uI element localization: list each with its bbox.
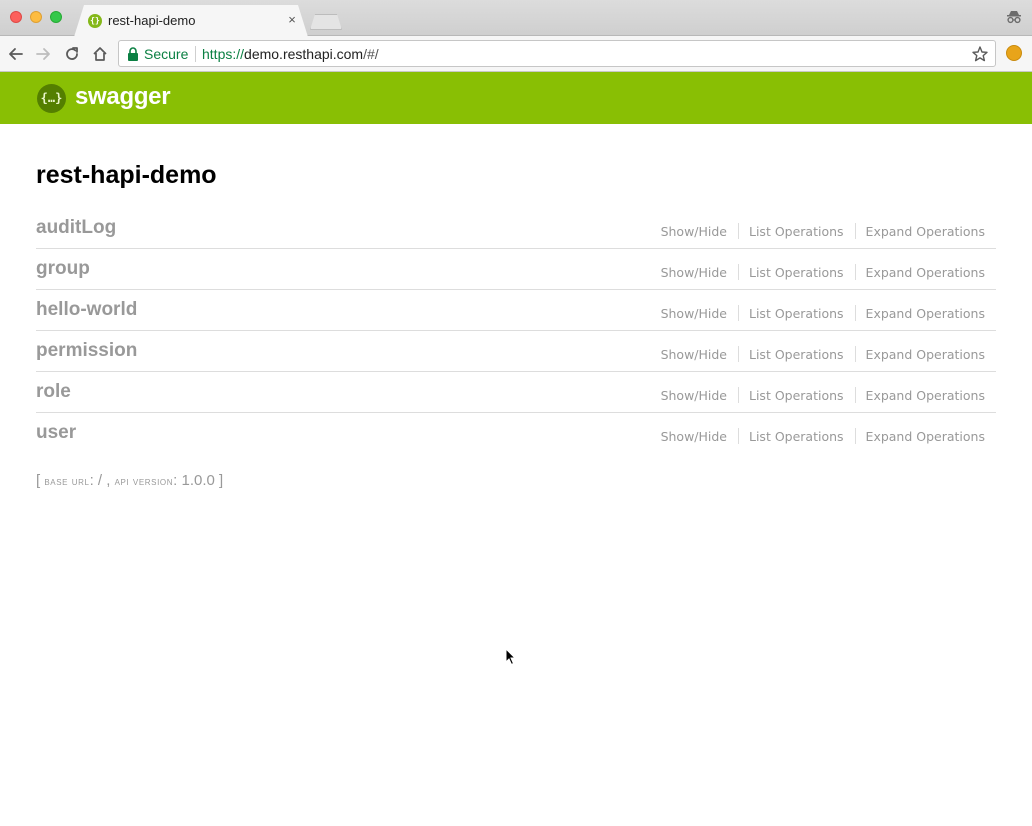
resource-row: role Show/Hide List Operations Expand Op… xyxy=(36,372,996,413)
back-button[interactable] xyxy=(6,44,26,64)
list-operations-link[interactable]: List Operations xyxy=(739,347,855,362)
resource-name-link[interactable]: permission xyxy=(36,340,137,362)
url-scheme: https:// xyxy=(202,46,245,62)
swagger-logo-text[interactable]: swagger xyxy=(75,83,171,111)
expand-operations-link[interactable]: Expand Operations xyxy=(856,306,996,321)
resource-operations: Show/Hide List Operations Expand Operati… xyxy=(651,264,996,280)
resource-row: user Show/Hide List Operations Expand Op… xyxy=(36,413,996,454)
browser-tab-active[interactable]: {} rest-hapi-demo × xyxy=(74,5,308,37)
reload-button[interactable] xyxy=(62,44,82,64)
window-zoom-button[interactable] xyxy=(50,11,62,23)
resource-operations: Show/Hide List Operations Expand Operati… xyxy=(651,387,996,403)
swagger-favicon-icon: {} xyxy=(88,14,102,28)
reload-icon xyxy=(66,47,78,60)
show-hide-link[interactable]: Show/Hide xyxy=(651,429,738,444)
browser-toolbar: Secure https://demo.resthapi.com/#/ xyxy=(0,36,1032,72)
resource-operations: Show/Hide List Operations Expand Operati… xyxy=(651,223,996,239)
window-minimize-button[interactable] xyxy=(30,11,42,23)
list-operations-link[interactable]: List Operations xyxy=(739,265,855,280)
swagger-logo-icon[interactable]: {…} xyxy=(37,84,66,113)
list-operations-link[interactable]: List Operations xyxy=(739,429,855,444)
expand-operations-link[interactable]: Expand Operations xyxy=(856,388,996,403)
tab-title: rest-hapi-demo xyxy=(108,13,196,28)
back-arrow-icon xyxy=(9,48,23,60)
mouse-cursor-icon xyxy=(505,648,517,666)
window-close-button[interactable] xyxy=(10,11,22,23)
expand-operations-link[interactable]: Expand Operations xyxy=(856,224,996,239)
api-info-footer: [ base url: / , api version: 1.0.0 ] xyxy=(36,472,223,489)
expand-operations-link[interactable]: Expand Operations xyxy=(856,347,996,362)
list-operations-link[interactable]: List Operations xyxy=(739,306,855,321)
incognito-icon xyxy=(1007,11,1021,24)
resource-row: hello-world Show/Hide List Operations Ex… xyxy=(36,290,996,331)
lock-icon xyxy=(128,47,138,61)
show-hide-link[interactable]: Show/Hide xyxy=(651,265,738,280)
resource-name-link[interactable]: hello-world xyxy=(36,299,137,321)
expand-operations-link[interactable]: Expand Operations xyxy=(856,429,996,444)
home-icon xyxy=(93,47,107,61)
url-host: demo.resthapi.com xyxy=(244,46,364,62)
resource-name-link[interactable]: user xyxy=(36,422,76,444)
resource-operations: Show/Hide List Operations Expand Operati… xyxy=(651,428,996,444)
base-url-label: base url xyxy=(44,476,90,488)
url-path: /#/ xyxy=(363,46,379,62)
resource-list: auditLog Show/Hide List Operations Expan… xyxy=(36,208,996,454)
swagger-header: {…} swagger xyxy=(0,72,1032,124)
new-tab-button[interactable] xyxy=(310,14,342,30)
bookmark-star-icon[interactable] xyxy=(971,45,989,63)
show-hide-link[interactable]: Show/Hide xyxy=(651,347,738,362)
resource-operations: Show/Hide List Operations Expand Operati… xyxy=(651,346,996,362)
expand-operations-link[interactable]: Expand Operations xyxy=(856,265,996,280)
api-version-value: : 1.0.0 xyxy=(173,472,220,489)
home-button[interactable] xyxy=(90,44,110,64)
api-title: rest-hapi-demo xyxy=(36,161,217,189)
tab-close-icon[interactable]: × xyxy=(285,12,299,27)
browser-tab-strip: {} rest-hapi-demo × xyxy=(0,0,1032,37)
api-version-label: api version xyxy=(114,476,174,488)
resource-name-link[interactable]: auditLog xyxy=(36,217,116,239)
show-hide-link[interactable]: Show/Hide xyxy=(651,388,738,403)
show-hide-link[interactable]: Show/Hide xyxy=(651,306,738,321)
secure-label: Secure xyxy=(144,46,189,62)
resource-row: auditLog Show/Hide List Operations Expan… xyxy=(36,208,996,249)
resource-operations: Show/Hide List Operations Expand Operati… xyxy=(651,305,996,321)
url-text[interactable]: https://demo.resthapi.com/#/ xyxy=(202,46,379,62)
resource-name-link[interactable]: group xyxy=(36,258,90,280)
close-bracket: ] xyxy=(219,472,224,489)
resource-name-link[interactable]: role xyxy=(36,381,71,403)
list-operations-link[interactable]: List Operations xyxy=(739,388,855,403)
extension-icon[interactable] xyxy=(1006,45,1022,61)
resource-row: group Show/Hide List Operations Expand O… xyxy=(36,249,996,290)
forward-button[interactable] xyxy=(33,44,53,64)
show-hide-link[interactable]: Show/Hide xyxy=(651,224,738,239)
forward-arrow-icon xyxy=(36,48,50,60)
list-operations-link[interactable]: List Operations xyxy=(739,224,855,239)
address-divider xyxy=(195,46,196,62)
address-bar[interactable]: Secure https://demo.resthapi.com/#/ xyxy=(118,40,996,67)
resource-row: permission Show/Hide List Operations Exp… xyxy=(36,331,996,372)
base-url-value: : / , xyxy=(89,472,115,489)
